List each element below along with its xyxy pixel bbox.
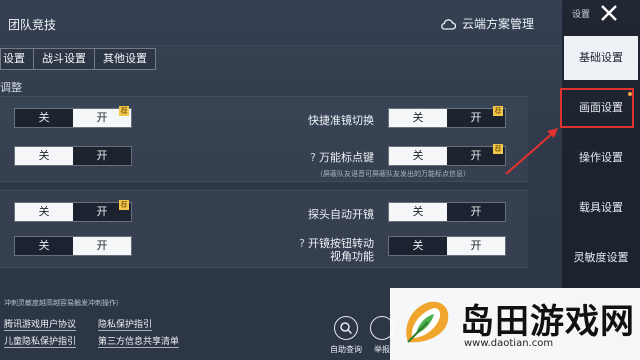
universal-marker-note: （屏蔽队友语音可屏蔽队友发出的万能标点信息） — [316, 170, 470, 178]
toggle-on[interactable]: 开 荐 — [447, 106, 505, 127]
watermark-url: www.daotian.com — [464, 338, 554, 349]
toggle-row2-left[interactable]: 关 开 — [14, 146, 132, 166]
toggle-off[interactable]: 关 — [15, 147, 73, 165]
sidebar-item-vehicle[interactable]: 载具设置 — [564, 186, 638, 230]
toggle-off[interactable]: 关 — [389, 203, 447, 221]
help-icon[interactable]: ? — [310, 151, 316, 164]
toggle-on[interactable]: 开 — [447, 203, 505, 221]
toggle-on[interactable]: 开 荐 — [73, 106, 131, 127]
toggle-off[interactable]: 关 — [15, 203, 73, 221]
quick-scope-label: 快捷准镜切换 — [308, 114, 374, 127]
toggle-off[interactable]: 关 — [15, 237, 73, 255]
toggle-on[interactable]: 开 — [73, 237, 131, 255]
scope-button-turn-toggle[interactable]: 关 开 — [388, 236, 506, 256]
third-party-sharing-link[interactable]: 第三方信息共享清单 — [98, 334, 180, 348]
toggle-off[interactable]: 关 — [389, 237, 447, 255]
universal-marker-row: ? 万能标点键 — [270, 149, 374, 165]
tab-settings[interactable]: 设置 — [0, 48, 34, 70]
toggle-on-label: 开 — [96, 111, 108, 124]
recommended-badge: 荐 — [119, 106, 129, 116]
sidebar-title: 设置 — [572, 10, 591, 20]
toggle-off[interactable]: 关 — [389, 147, 447, 165]
scope-button-turn-label-1: 开镜按钮转动 — [308, 237, 374, 250]
recommended-badge: 荐 — [119, 200, 129, 210]
search-icon — [334, 316, 358, 340]
cloud-plan-button[interactable]: 云端方案管理 — [440, 15, 534, 32]
sidebar-item-sensitivity[interactable]: 灵敏度设置 — [564, 236, 638, 280]
toggle-on-label: 开 — [96, 205, 108, 218]
toggle-off[interactable]: 关 — [389, 109, 447, 127]
page-title: 团队竞技 — [8, 18, 57, 32]
watermark-title: 岛田游戏网 — [460, 302, 635, 342]
toggle-off[interactable]: 关 — [15, 109, 73, 127]
section-label: 调整 — [0, 81, 22, 94]
cloud-icon — [441, 18, 456, 30]
toggle-on-label: 开 — [470, 111, 482, 124]
child-privacy-link[interactable]: 儿童隐私保护指引 — [4, 334, 77, 348]
toggle-row4-left[interactable]: 关 开 — [14, 236, 132, 256]
highlight-box — [560, 88, 634, 128]
toggle-on-label: 开 — [470, 149, 482, 162]
universal-marker-toggle[interactable]: 关 开 荐 — [388, 144, 506, 166]
peek-auto-scope-label: 探头自动开镜 — [308, 208, 374, 221]
close-icon[interactable] — [596, 2, 622, 24]
toggle-on[interactable]: 开 荐 — [447, 144, 505, 165]
toggle-on[interactable]: 开 荐 — [73, 200, 131, 221]
tab-combat[interactable]: 战斗设置 — [34, 48, 95, 70]
sidebar-item-basic[interactable]: 基础设置 — [564, 36, 638, 80]
annotation-arrow-icon — [505, 128, 558, 175]
settings-tabs: 设置 战斗设置 其他设置 — [0, 48, 156, 70]
toggle-row1-left[interactable]: 关 开 荐 — [14, 106, 132, 128]
top-bar: 团队竞技 云端方案管理 — [0, 0, 562, 46]
universal-marker-label: 万能标点键 — [319, 151, 374, 164]
game-settings-screen: 团队竞技 云端方案管理 设置 战斗设置 其他设置 调整 关 开 荐 快捷准镜切换 — [0, 0, 640, 360]
tab-other[interactable]: 其他设置 — [95, 48, 156, 70]
site-logo-icon — [406, 301, 449, 343]
toggle-on[interactable]: 开 — [73, 147, 131, 165]
toggle-row3-left[interactable]: 关 开 荐 — [14, 200, 132, 222]
sidebar-item-controls[interactable]: 操作设置 — [564, 136, 638, 180]
watermark: 岛田游戏网 www.daotian.com — [390, 288, 640, 360]
sprint-sensitivity-note: 冲刺灵敏度越高越容易触发冲刺操作） — [4, 299, 123, 307]
toggle-on[interactable]: 开 — [447, 237, 505, 255]
self-help-button[interactable]: 自助查询 — [326, 316, 366, 355]
cloud-plan-label: 云端方案管理 — [462, 17, 535, 31]
scope-button-turn-label-2: 视角功能 — [330, 250, 374, 263]
recommended-badge: 荐 — [493, 106, 503, 116]
self-help-label: 自助查询 — [330, 345, 362, 354]
scope-button-turn-row: ? 开镜按钮转动 视角功能 — [288, 237, 374, 263]
user-agreement-link[interactable]: 腾讯游戏用户协议 — [4, 317, 77, 331]
peek-auto-scope-toggle[interactable]: 关 开 — [388, 202, 506, 222]
privacy-guide-link[interactable]: 隐私保护指引 — [98, 317, 153, 331]
help-icon[interactable]: ? — [299, 237, 305, 250]
quick-scope-toggle[interactable]: 关 开 荐 — [388, 106, 506, 128]
